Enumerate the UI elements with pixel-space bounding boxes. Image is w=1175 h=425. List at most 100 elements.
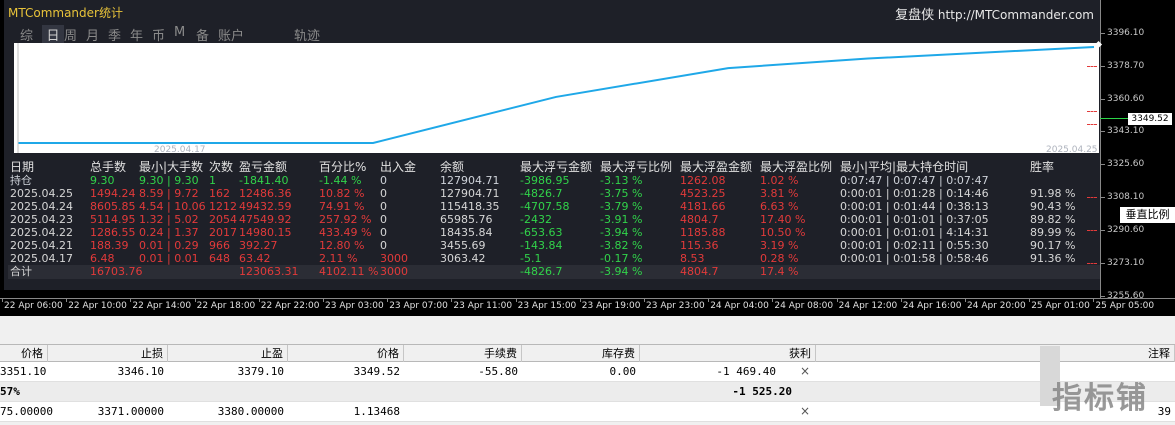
stats-panel: MTCommander统计 复盘侠 http://MTCommander.com… xyxy=(4,0,1104,290)
stats-row: 2025.04.24 8605.85 4.54 | 10.06 1212 49432.5… xyxy=(8,200,1104,213)
time-axis: 22 Apr 06:00 22 Apr 10:00 22 Apr 14:00 22 A… xyxy=(0,298,1175,316)
stats-row: 2025.04.22 1286.55 0.24 | 1.37 2017 14980.15… xyxy=(8,226,1104,239)
stats-row-cell-7: 3063.42 xyxy=(440,252,486,265)
take-profit-cell[interactable]: 3379.10 xyxy=(168,362,288,381)
stats-row-cell-13: 91.36 % xyxy=(1030,252,1076,265)
time-tick-label: 23 Apr 07:00 xyxy=(387,298,448,311)
order-tp-cell[interactable]: 3380.00000 xyxy=(168,402,288,421)
stats-row-cell-9: -3.79 % xyxy=(600,200,643,213)
stats-table: 日期 总手数 最小|大手数 次数 盈亏金额 百分比% 出入金 余额 最大浮亏金额 最大浮亏比例 最大… xyxy=(8,160,1104,279)
stats-row-cell-4: 49432.59 xyxy=(239,200,292,213)
terminal-col-header[interactable]: 注释 xyxy=(816,345,1175,362)
stats-header-cell-8: 最大浮亏金额 xyxy=(520,160,593,174)
stats-row-cell-0: 2025.04.17 xyxy=(10,252,73,265)
stats-row-cell-9: -0.17 % xyxy=(600,252,643,265)
stats-row-cell-3: 2054 xyxy=(209,213,237,226)
stats-row-cell-10: 1185.88 xyxy=(680,226,726,239)
tab-7[interactable]: M xyxy=(174,25,196,43)
stats-position-row: 持仓 9.30 9.30 | 9.30 1 -1841.40 -1.44 % 0 127904… xyxy=(8,174,1104,187)
stats-row-cell-10: 4523.25 xyxy=(680,187,726,200)
swap-cell: 0.00 xyxy=(609,365,637,378)
tab-5[interactable]: 年 xyxy=(130,25,152,44)
terminal-col-header[interactable]: 价格 xyxy=(0,345,48,362)
stats-position-row-cell-7: 127904.71 xyxy=(440,174,500,187)
price-tick-mark xyxy=(1101,66,1105,67)
stats-row-cell-13: 90.43 % xyxy=(1030,200,1076,213)
stats-row-cell-5: 10.82 % xyxy=(319,187,365,200)
stats-header-cell-1: 总手数 xyxy=(90,160,127,174)
stats-row-cell-4: 14980.15 xyxy=(239,226,292,239)
stats-position-row-cell-0: 持仓 xyxy=(10,174,32,187)
tab-2[interactable]: 周 xyxy=(64,25,86,44)
stats-row-cell-5: 2.11 % xyxy=(319,252,358,265)
stats-total-row: 合计 16703.76 123063.31 4102.11 % 3000 -4826.7 -… xyxy=(8,265,1104,279)
tab-9[interactable]: 账户 xyxy=(218,25,258,44)
terminal-col-header[interactable]: 手续费 xyxy=(404,345,522,362)
stats-row-cell-8: -2432 xyxy=(520,213,552,226)
tab-4[interactable]: 季 xyxy=(108,25,130,44)
tab-6[interactable]: 币 xyxy=(152,25,174,44)
tab-0[interactable]: 综 xyxy=(20,25,42,44)
stats-row-cell-8: -4707.58 xyxy=(520,200,570,213)
price-tick-mark xyxy=(1101,33,1105,34)
stats-position-row-cell-9: -3.13 % xyxy=(600,174,643,187)
tab-8[interactable]: 备 xyxy=(196,25,218,44)
stats-row-cell-10: 4804.7 xyxy=(680,213,719,226)
stats-row-cell-5: 433.49 % xyxy=(319,226,372,239)
stats-row-cell-1: 1494.24 xyxy=(90,187,136,200)
stats-total-row-cell-11: 17.4 % xyxy=(760,265,799,278)
terminal-col-header[interactable]: 止盈 xyxy=(168,345,288,362)
stats-row-cell-4: 47549.92 xyxy=(239,213,292,226)
stats-total-row-cell-4: 123063.31 xyxy=(239,265,299,278)
time-tick-label: 24 Apr 12:00 xyxy=(836,298,898,311)
time-tick-label: 23 Apr 23:00 xyxy=(644,298,705,311)
stats-row-cell-1: 1286.55 xyxy=(90,226,136,239)
stats-row-cell-2: 0.01 | 0.01 xyxy=(139,252,199,265)
terminal-col-header[interactable]: 价格 xyxy=(288,345,404,362)
tab-3[interactable]: 月 xyxy=(86,25,108,44)
terminal-col-header[interactable]: 止损 xyxy=(48,345,168,362)
tab-10[interactable]: 轨迹 xyxy=(294,25,334,44)
time-tick-label: 23 Apr 19:00 xyxy=(579,298,641,311)
stats-row-cell-8: -653.63 xyxy=(520,226,563,239)
chart-window: MTCommander统计 复盘侠 http://MTCommander.com… xyxy=(0,0,1104,298)
order-current-cell: 1.13468 xyxy=(353,405,400,418)
position-row[interactable]: 3351.10 3346.10 3379.10 3349.52 -55.80 0… xyxy=(0,362,1175,382)
order-level-marker xyxy=(1087,66,1097,67)
brand-url[interactable]: http://MTCommander.com xyxy=(938,8,1094,22)
price-axis[interactable]: 3396.10 3378.70 3360.60 3343.10 3325.60 3308.… xyxy=(1087,0,1175,301)
stats-header-cell-11: 最大浮盈比例 xyxy=(760,160,833,174)
time-tick-label: 24 Apr 08:00 xyxy=(772,298,834,311)
stats-row-cell-5: 257.92 % xyxy=(319,213,372,226)
time-tick-label: 22 Apr 06:00 xyxy=(2,298,63,311)
stats-position-row-cell-10: 1262.08 xyxy=(680,174,726,187)
stats-row-cell-9: -3.82 % xyxy=(600,239,643,252)
stop-loss-cell[interactable]: 3346.10 xyxy=(48,362,168,381)
close-position-icon[interactable]: × xyxy=(800,362,810,381)
terminal-col-header[interactable]: 库存费 xyxy=(522,345,640,362)
stats-row-cell-3: 162 xyxy=(209,187,230,200)
stats-header-cell-13: 胜率 xyxy=(1030,160,1055,174)
delete-order-icon[interactable]: × xyxy=(800,402,810,421)
vertical-scale-button[interactable]: 垂直比例 xyxy=(1120,207,1175,223)
time-tick-label: 24 Apr 20:00 xyxy=(965,298,1026,311)
bid-line xyxy=(1100,118,1128,119)
terminal-col-header[interactable]: 获利 xyxy=(640,345,816,362)
terminal-header-row: 价格 止损 止盈 价格 手续费 库存费 获利 注释 xyxy=(0,344,1175,362)
order-sl-cell[interactable]: 3371.00000 xyxy=(48,402,168,421)
stats-row-cell-12: 0:00:01 | 0:01:01 | 4:14:31 xyxy=(840,226,989,239)
stats-header-cell-2: 最小|大手数 xyxy=(139,160,204,174)
stats-row-cell-8: -5.1 xyxy=(520,252,542,265)
brand-link[interactable]: 复盘侠 http://MTCommander.com xyxy=(895,4,1094,23)
order-row[interactable]: 75.00000 3371.00000 3380.00000 1.13468 ×… xyxy=(0,402,1175,422)
price-tick-mark xyxy=(1101,230,1105,231)
stats-row-cell-11: 10.50 % xyxy=(760,226,806,239)
price-tick-label: 3290.60 xyxy=(1107,225,1145,235)
stats-row-cell-2: 4.54 | 10.06 xyxy=(139,200,206,213)
time-tick-label: 25 Apr 01:00 xyxy=(1029,298,1090,311)
stats-row-cell-6: 0 xyxy=(380,200,387,213)
tab-1[interactable]: 日 xyxy=(42,25,64,44)
stats-header-cell-6: 出入金 xyxy=(380,160,417,174)
price-tick-label: 3308.10 xyxy=(1107,192,1145,202)
stats-row-cell-9: -3.75 % xyxy=(600,187,643,200)
